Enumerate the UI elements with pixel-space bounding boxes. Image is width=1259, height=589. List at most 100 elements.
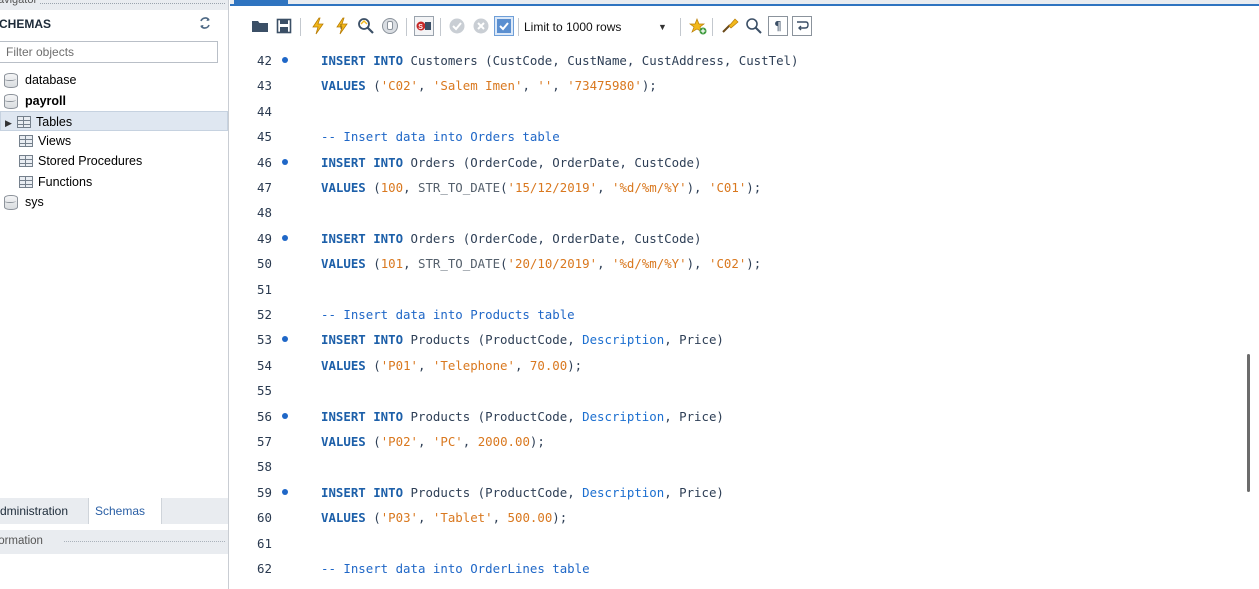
line-number: 43 <box>257 78 272 94</box>
line-number: 50 <box>257 256 272 272</box>
save-icon[interactable] <box>274 16 294 36</box>
code-line[interactable]: 59 INSERT INTO Products (ProductCode, Des… <box>230 480 1230 506</box>
toggle-error-stop-icon[interactable]: S <box>414 16 434 36</box>
sql-code-editor[interactable]: 42 INSERT INTO Customers (CustCode, CustN… <box>230 44 1259 589</box>
tree-item-label: database <box>25 73 77 87</box>
execute-icon[interactable] <box>308 16 328 36</box>
tree-item-sys[interactable]: sys <box>4 192 44 212</box>
code-token: 101 <box>380 256 404 272</box>
wrap-icon[interactable] <box>792 16 812 36</box>
beautify-icon[interactable] <box>720 16 740 36</box>
tree-item-payroll[interactable]: payroll <box>4 91 66 111</box>
limit-rows-select[interactable]: Limit to 1000 rows ▼ <box>524 17 680 37</box>
tab-schemas[interactable]: Schemas <box>88 498 162 524</box>
code-token: OrderCode, OrderDate, CustCode <box>470 230 695 246</box>
information-grip <box>64 541 225 544</box>
code-line[interactable]: 43 VALUES ('C02', 'Salem Imen', '', '7347… <box>230 73 1230 99</box>
tab-administration[interactable]: dministration <box>0 498 74 524</box>
code-token: VALUES <box>321 434 366 449</box>
code-token: , <box>418 78 433 94</box>
tree-item-stored-procedures[interactable]: Stored Procedures <box>19 151 142 171</box>
line-number: 49 <box>257 230 272 246</box>
code-text: INSERT INTO Orders (OrderCode, OrderDate… <box>321 150 701 176</box>
execute-current-icon[interactable]: I <box>332 16 352 36</box>
chevron-down-icon[interactable]: ▼ <box>658 17 667 37</box>
toolbar-separator <box>300 18 301 36</box>
code-token: Orders <box>403 230 463 246</box>
refresh-icon[interactable] <box>198 16 212 30</box>
code-token: '15/12/2019' <box>507 180 598 195</box>
code-token: ( <box>365 434 381 449</box>
procedure-folder-icon <box>19 155 33 167</box>
code-text: VALUES ('P03', 'Tablet', 500.00); <box>321 505 567 531</box>
autocommit-icon[interactable] <box>494 16 514 36</box>
code-line[interactable]: 44 <box>230 99 1230 125</box>
code-line[interactable]: 54 VALUES ('P01', 'Telephone', 70.00); <box>230 353 1230 379</box>
code-line[interactable]: 42 INSERT INTO Customers (CustCode, CustN… <box>230 48 1230 74</box>
toolbar-separator <box>712 18 713 36</box>
code-token: -- Insert data into Orders table <box>321 129 560 145</box>
folder-open-icon[interactable] <box>250 16 270 36</box>
code-line[interactable]: 62 -- Insert data into OrderLines table <box>230 556 1230 582</box>
commit-icon[interactable] <box>447 16 467 36</box>
code-line[interactable]: 61 <box>230 531 1230 557</box>
stop-icon[interactable] <box>380 16 400 36</box>
database-icon <box>4 195 18 210</box>
code-text: INSERT INTO Products (ProductCode, Descr… <box>321 480 724 506</box>
code-line[interactable]: 49 INSERT INTO Orders (OrderCode, OrderDa… <box>230 226 1230 252</box>
explain-icon[interactable] <box>356 16 376 36</box>
tree-item-database[interactable]: database <box>4 70 76 90</box>
code-token: '73475980' <box>567 78 642 94</box>
code-line[interactable]: 47 VALUES (100, STR_TO_DATE('15/12/2019',… <box>230 175 1230 201</box>
line-number: 58 <box>257 459 272 475</box>
invisible-chars-icon[interactable]: ¶ <box>768 16 788 36</box>
code-line[interactable]: 52 -- Insert data into Products table <box>230 302 1230 328</box>
code-token: ) <box>716 484 724 500</box>
svg-text:S: S <box>418 24 423 31</box>
code-token: ( <box>485 53 493 68</box>
code-token: CustCode, CustName, CustAddress, CustTel <box>492 53 791 68</box>
code-line[interactable]: 57 VALUES ('P02', 'PC', 2000.00); <box>230 429 1230 455</box>
code-token: 'C01' <box>708 180 747 195</box>
code-token: Orders <box>403 154 463 170</box>
code-token: , <box>522 78 538 94</box>
code-line[interactable]: 51 <box>230 277 1230 303</box>
code-line[interactable]: 46 INSERT INTO Orders (OrderCode, OrderDa… <box>230 150 1230 176</box>
code-line[interactable]: 55 <box>230 378 1230 404</box>
line-number: 52 <box>257 307 272 322</box>
tab-query-1[interactable] <box>234 0 288 4</box>
code-token: ); <box>567 357 583 373</box>
code-token: VALUES <box>321 180 366 195</box>
filter-objects-input[interactable] <box>0 41 218 63</box>
find-icon[interactable] <box>744 16 764 36</box>
expand-arrow-icon[interactable]: ▶ <box>5 113 17 133</box>
code-line[interactable]: 53 INSERT INTO Products (ProductCode, Des… <box>230 327 1230 353</box>
code-line[interactable]: 45 -- Insert data into Orders table <box>230 124 1230 150</box>
code-token: INSERT INTO <box>321 408 404 424</box>
tree-item-functions[interactable]: Functions <box>19 172 92 192</box>
code-line[interactable]: 58 <box>230 454 1230 480</box>
table-folder-icon <box>17 116 31 128</box>
code-token: , <box>403 180 418 195</box>
code-text: -- Insert data into Orders table <box>321 124 560 150</box>
editor-area: I S Limit to 1000 rows ▼ ¶ 42 INSERT INT… <box>230 0 1259 589</box>
statement-marker-icon <box>282 158 288 165</box>
code-line[interactable]: 48 <box>230 200 1230 226</box>
tree-item-tables[interactable]: ▶ Tables <box>0 111 228 131</box>
code-line[interactable]: 50 VALUES (101, STR_TO_DATE('20/10/2019',… <box>230 251 1230 277</box>
tree-item-views[interactable]: Views <box>19 131 71 151</box>
code-token: '%d/%m/%Y' <box>611 256 687 272</box>
code-token: , Price <box>664 332 717 348</box>
code-line[interactable]: 60 VALUES ('P03', 'Tablet', 500.00); <box>230 505 1230 531</box>
code-token: 2000.00 <box>477 434 530 449</box>
code-token: , <box>418 434 433 449</box>
code-line[interactable]: 56 INSERT INTO Products (ProductCode, Des… <box>230 404 1230 430</box>
editor-scrollbar[interactable] <box>1247 354 1250 492</box>
rollback-icon[interactable] <box>471 16 491 36</box>
information-header: formation <box>0 530 228 554</box>
code-token: ( <box>500 180 508 195</box>
statement-marker-icon <box>282 234 288 241</box>
toolbar-separator <box>440 18 441 36</box>
add-snippet-icon[interactable] <box>688 16 708 36</box>
code-text: VALUES (100, STR_TO_DATE('15/12/2019', '… <box>321 175 761 201</box>
